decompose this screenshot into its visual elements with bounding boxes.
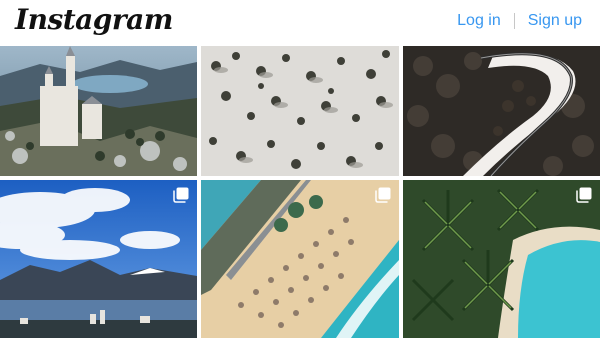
instagram-logo[interactable]: Instagram <box>15 3 173 36</box>
signup-link[interactable]: Sign up <box>528 12 582 30</box>
carousel-icon <box>375 187 391 203</box>
winding-road-photo <box>403 46 600 176</box>
post-thumbnail-snow-forest[interactable] <box>201 46 399 176</box>
post-thumbnail-castle[interactable] <box>0 46 197 176</box>
snow-forest-photo <box>201 46 399 176</box>
carousel-icon <box>576 187 592 203</box>
top-bar: Instagram Log in Sign up <box>0 0 600 46</box>
auth-nav: Log in Sign up <box>457 12 582 30</box>
lake-mountains-photo <box>0 180 197 338</box>
post-thumbnail-lake-mountains[interactable] <box>0 180 197 338</box>
post-thumbnail-palm-beach[interactable] <box>403 180 600 338</box>
post-thumbnail-winding-road[interactable] <box>403 46 600 176</box>
carousel-icon <box>173 187 189 203</box>
castle-photo <box>0 46 197 176</box>
beach-umbrellas-photo <box>201 180 399 338</box>
post-thumbnail-beach-umbrellas[interactable] <box>201 180 399 338</box>
palm-beach-photo <box>403 180 600 338</box>
nav-divider <box>513 13 515 29</box>
login-link[interactable]: Log in <box>457 12 501 30</box>
photo-grid <box>0 46 600 338</box>
